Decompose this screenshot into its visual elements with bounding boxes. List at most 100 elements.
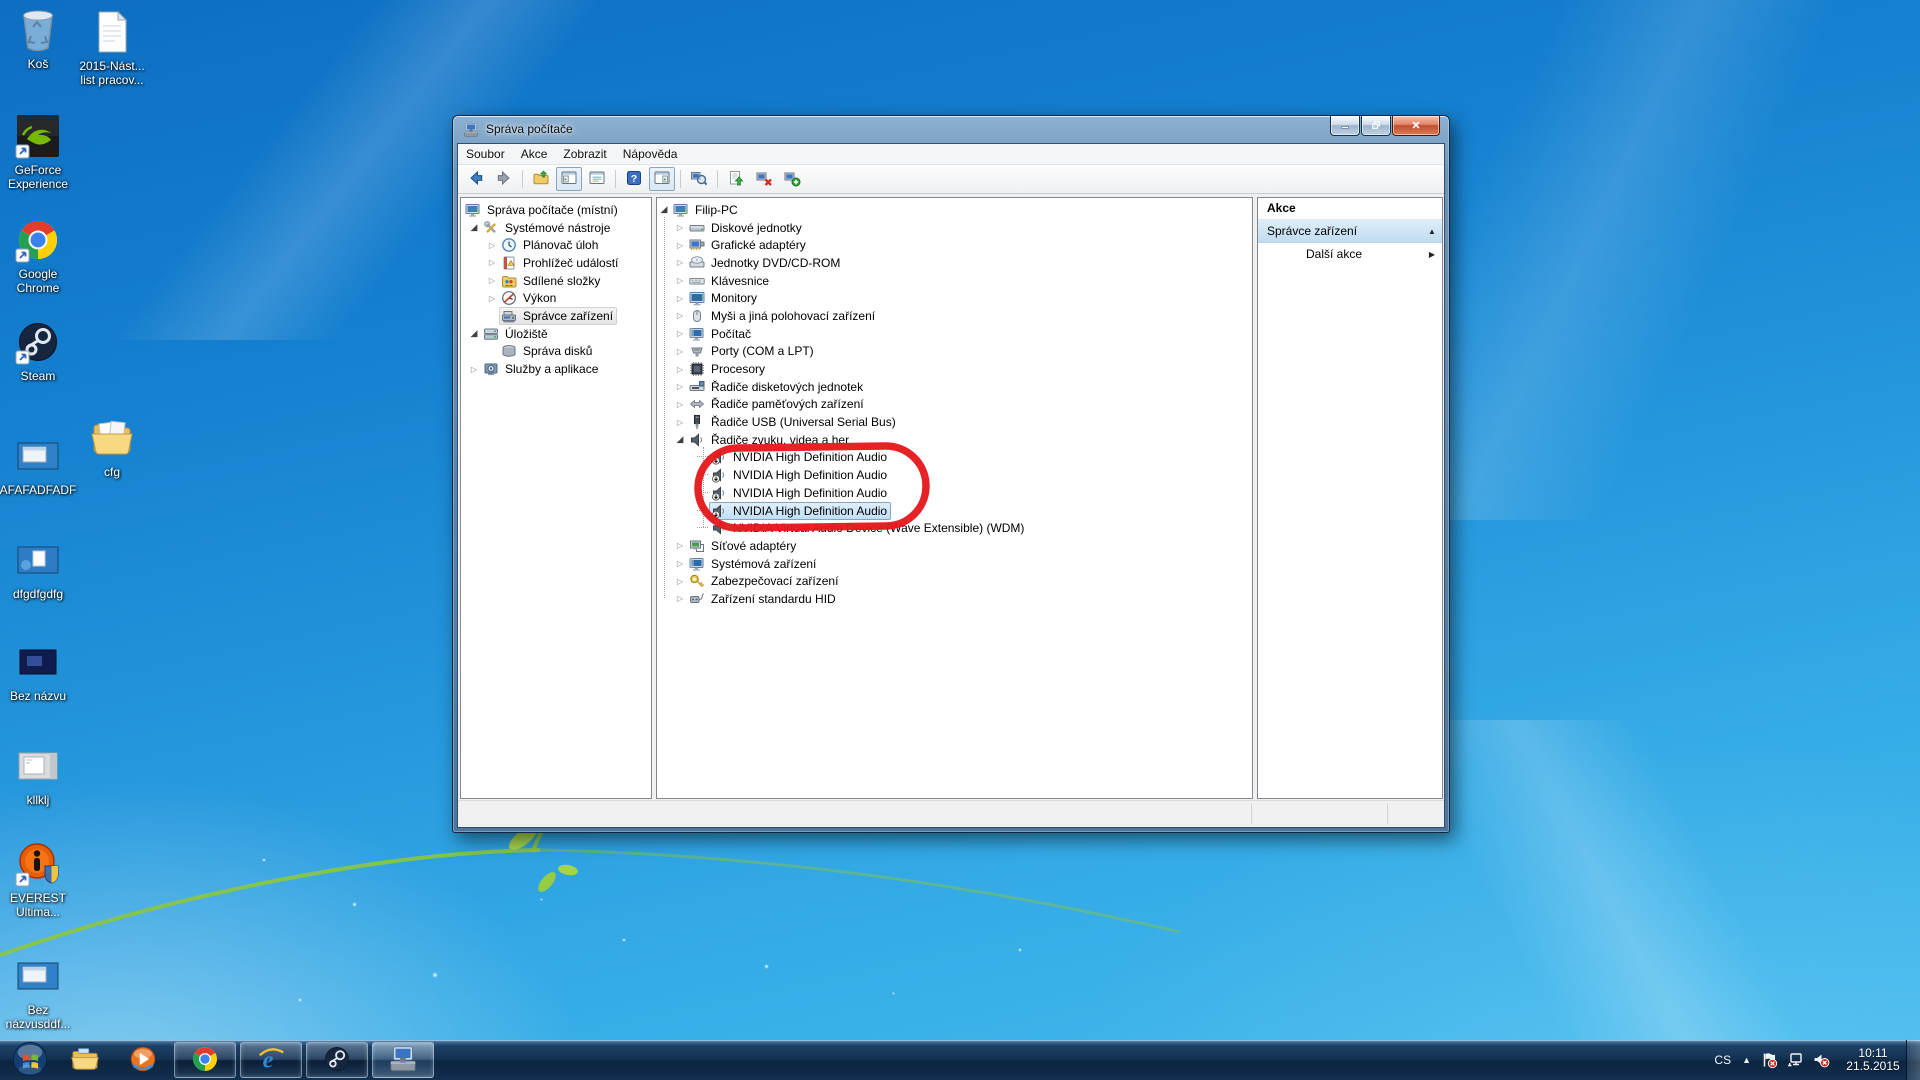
- tree-item-vykon[interactable]: ▷Výkon: [461, 289, 651, 307]
- desktop-icon-google-chrome[interactable]: Google Chrome: [0, 216, 86, 295]
- tree-item-nvidia-hda-3[interactable]: NVIDIA High Definition Audio: [657, 484, 1252, 502]
- menu-zobrazit[interactable]: Zobrazit: [555, 145, 614, 163]
- tree-item-sprava-disku[interactable]: Správa disků: [461, 343, 651, 361]
- expander-expanded-icon[interactable]: ◢: [673, 434, 687, 445]
- tree-item-mysi[interactable]: ▷Myši a jiná polohovací zařízení: [657, 307, 1252, 325]
- expander-collapsed-icon[interactable]: ▷: [673, 400, 687, 409]
- action-center-flag-icon[interactable]: [1760, 1051, 1778, 1069]
- tree-item-planovac-uloh[interactable]: ▷Plánovač úloh: [461, 236, 651, 254]
- expander-collapsed-icon[interactable]: ▷: [485, 276, 499, 285]
- expander-collapsed-icon[interactable]: ▷: [673, 294, 687, 303]
- menu-akce[interactable]: Akce: [513, 145, 556, 163]
- tree-item-zarizeni-hid[interactable]: ▷Zařízení standardu HID: [657, 590, 1252, 608]
- collapse-chevron-icon[interactable]: ▲: [1422, 227, 1442, 236]
- desktop-icon-bez-nazvu[interactable]: Bez názvu: [0, 638, 86, 703]
- taskbar-button-start[interactable]: [6, 1043, 54, 1077]
- expander-collapsed-icon[interactable]: ▷: [673, 258, 687, 267]
- minimize-button[interactable]: [1330, 116, 1360, 136]
- tree-item-radice-zvuku[interactable]: ◢Řadiče zvuku, videa a her: [657, 431, 1252, 449]
- taskbar-button-computer-management[interactable]: [372, 1042, 434, 1078]
- add-hardware-button[interactable]: [779, 167, 805, 191]
- tree-item-graficke-adaptery[interactable]: ▷Grafické adaptéry: [657, 236, 1252, 254]
- tree-item-uloziste[interactable]: ◢Úložiště: [461, 325, 651, 343]
- desktop-icon-geforce-experience[interactable]: GeForce Experience: [0, 112, 86, 191]
- show-hidden-icons-button[interactable]: ▲: [1742, 1055, 1751, 1065]
- scan-hardware-button[interactable]: [686, 167, 712, 191]
- show-desktop-button[interactable]: [1906, 1040, 1920, 1080]
- desktop-icon-doc-2015[interactable]: 2015-Nást... list pracov...: [64, 8, 160, 87]
- tree-item-nvidia-hda-2[interactable]: NVIDIA High Definition Audio: [657, 466, 1252, 484]
- titlebar[interactable]: Správa počítače: [453, 116, 1449, 143]
- tree-item-prohlizec-udalosti[interactable]: ▷Prohlížeč událostí: [461, 254, 651, 272]
- tree-item-radice-pametovych[interactable]: ▷Řadiče paměťových zařízení: [657, 396, 1252, 414]
- expander-collapsed-icon[interactable]: ▷: [673, 594, 687, 603]
- expander-collapsed-icon[interactable]: ▷: [673, 577, 687, 586]
- language-indicator[interactable]: CS: [1714, 1053, 1731, 1067]
- expander-collapsed-icon[interactable]: ▷: [673, 418, 687, 427]
- export-button[interactable]: [528, 167, 554, 191]
- expander-collapsed-icon[interactable]: ▷: [673, 347, 687, 356]
- expander-collapsed-icon[interactable]: ▷: [673, 559, 687, 568]
- forward-button[interactable]: [491, 167, 517, 191]
- expander-collapsed-icon[interactable]: ▷: [467, 365, 481, 374]
- actions-group-device-manager[interactable]: Správce zařízení ▲: [1258, 220, 1442, 243]
- expander-collapsed-icon[interactable]: ▷: [673, 276, 687, 285]
- volume-muted-icon[interactable]: [1812, 1051, 1830, 1069]
- desktop-icon-dfgdfgdfg[interactable]: dfgdfgdfg: [0, 536, 86, 601]
- back-button[interactable]: [463, 167, 489, 191]
- expander-collapsed-icon[interactable]: ▷: [673, 241, 687, 250]
- expander-collapsed-icon[interactable]: ▷: [485, 258, 499, 267]
- taskbar-button-explorer[interactable]: [58, 1042, 112, 1078]
- tree-item-monitory[interactable]: ▷Monitory: [657, 289, 1252, 307]
- taskbar-button-chrome[interactable]: [174, 1042, 236, 1078]
- tree-item-sluzby-a-aplikace[interactable]: ▷Služby a aplikace: [461, 360, 651, 378]
- expander-collapsed-icon[interactable]: ▷: [673, 329, 687, 338]
- console-tree-button[interactable]: [556, 167, 582, 191]
- expander-collapsed-icon[interactable]: ▷: [485, 241, 499, 250]
- tree-item-procesory[interactable]: ▷Procesory: [657, 360, 1252, 378]
- clock[interactable]: 10:11 21.5.2015: [1842, 1047, 1904, 1073]
- tree-item-zabezpecovaci-zarizeni[interactable]: ▷Zabezpečovací zařízení: [657, 572, 1252, 590]
- expander-collapsed-icon[interactable]: ▷: [485, 294, 499, 303]
- taskbar-button-steam[interactable]: [306, 1042, 368, 1078]
- properties-button[interactable]: [584, 167, 610, 191]
- menu-soubor[interactable]: Soubor: [458, 145, 513, 163]
- tree-item-systemove-nastroje[interactable]: ◢Systémové nástroje: [461, 219, 651, 237]
- tree-item-systemova-zarizeni[interactable]: ▷Systémová zařízení: [657, 555, 1252, 573]
- desktop-icon-bez-nazvusddf[interactable]: Bez názvusddf...: [0, 952, 86, 1031]
- tree-item-klavesnice[interactable]: ▷Klávesnice: [657, 272, 1252, 290]
- tree-item-spravce-zarizeni[interactable]: Správce zařízení: [461, 307, 651, 325]
- desktop-icon-everest[interactable]: EVEREST Ultima...: [0, 840, 86, 919]
- tree-item-pocitac[interactable]: ▷Počítač: [657, 325, 1252, 343]
- close-button[interactable]: [1392, 116, 1440, 136]
- actions-item-more-actions[interactable]: Další akce ▶: [1258, 243, 1442, 265]
- desktop-icon-afafadfadf[interactable]: AFAFADFADF: [0, 432, 86, 497]
- help-button[interactable]: ?: [621, 167, 647, 191]
- action-pane-button[interactable]: [649, 167, 675, 191]
- expander-expanded-icon[interactable]: ◢: [657, 204, 671, 215]
- tree-item-nvidia-hda-1[interactable]: NVIDIA High Definition Audio: [657, 449, 1252, 467]
- expander-expanded-icon[interactable]: ◢: [467, 328, 481, 339]
- tree-item-jednotky-dvd[interactable]: ▷Jednotky DVD/CD-ROM: [657, 254, 1252, 272]
- tree-item-nvidia-hda-4[interactable]: NVIDIA High Definition Audio: [657, 502, 1252, 520]
- tree-item-nvidia-virtual-audio[interactable]: NVIDIA Virtual Audio Device (Wave Extens…: [657, 519, 1252, 537]
- menu-napoveda[interactable]: Nápověda: [615, 145, 686, 163]
- tree-item-sdilene-slozky[interactable]: ▷Sdílené složky: [461, 272, 651, 290]
- tree-item-sprava-pocitace[interactable]: Správa počítače (místní): [461, 201, 651, 219]
- desktop-icon-kllklj[interactable]: kllklj: [0, 742, 86, 807]
- expander-collapsed-icon[interactable]: ▷: [673, 223, 687, 232]
- expander-expanded-icon[interactable]: ◢: [467, 222, 481, 233]
- taskbar-button-internet-explorer[interactable]: e: [240, 1042, 302, 1078]
- tree-item-radice-usb[interactable]: ▷Řadiče USB (Universal Serial Bus): [657, 413, 1252, 431]
- desktop-icon-steam[interactable]: Steam: [0, 318, 86, 383]
- tree-item-sitove-adaptery[interactable]: ▷Síťové adaptéry: [657, 537, 1252, 555]
- tree-item-porty[interactable]: ▷Porty (COM a LPT): [657, 343, 1252, 361]
- network-icon[interactable]: [1786, 1051, 1804, 1069]
- tree-item-radice-disketovych[interactable]: ▷Řadiče disketových jednotek: [657, 378, 1252, 396]
- restore-button[interactable]: [1361, 116, 1391, 136]
- taskbar-button-media-player[interactable]: [116, 1042, 170, 1078]
- uninstall-device-button[interactable]: [751, 167, 777, 191]
- tree-item-diskove-jednotky[interactable]: ▷Diskové jednotky: [657, 219, 1252, 237]
- expander-collapsed-icon[interactable]: ▷: [673, 365, 687, 374]
- update-driver-button[interactable]: [723, 167, 749, 191]
